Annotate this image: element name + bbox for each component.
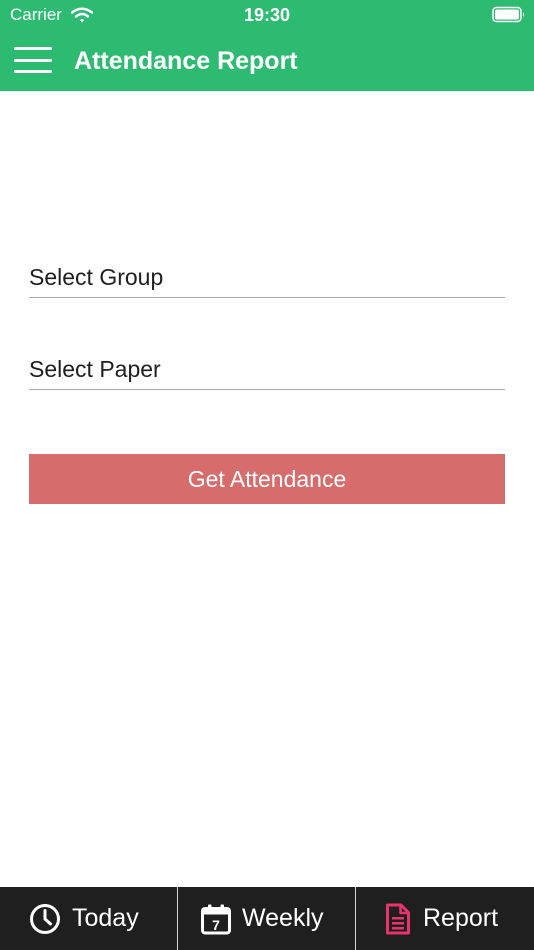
app-header: Carrier 19:30 Attendance Report bbox=[0, 0, 534, 91]
document-icon bbox=[386, 903, 410, 935]
menu-bar-line bbox=[14, 47, 52, 50]
tab-weekly[interactable]: 7 Weekly bbox=[178, 887, 355, 950]
tab-report-label: Report bbox=[423, 904, 499, 932]
select-paper-field[interactable]: Select Paper bbox=[29, 349, 505, 390]
bottom-tab-bar: Today 7 Weekly Report bbox=[0, 887, 534, 950]
menu-button[interactable] bbox=[14, 47, 52, 75]
menu-bar-line bbox=[14, 70, 52, 73]
select-paper-label: Select Paper bbox=[29, 356, 161, 382]
menu-bar-line bbox=[14, 59, 52, 62]
tab-today[interactable]: Today bbox=[0, 887, 177, 950]
page-title: Attendance Report bbox=[74, 47, 298, 75]
select-group-label: Select Group bbox=[29, 264, 164, 290]
tab-weekly-label: Weekly bbox=[242, 904, 324, 932]
status-bar: Carrier 19:30 bbox=[0, 0, 534, 30]
battery-icon bbox=[492, 6, 524, 23]
calendar-day-number: 7 bbox=[212, 917, 220, 933]
clock-icon bbox=[30, 904, 60, 934]
get-attendance-button[interactable]: Get Attendance bbox=[29, 454, 505, 504]
tab-report[interactable]: Report bbox=[356, 887, 534, 950]
calendar-icon: 7 bbox=[201, 904, 231, 935]
status-time: 19:30 bbox=[243, 5, 291, 25]
select-group-field[interactable]: Select Group bbox=[29, 257, 505, 298]
tab-today-label: Today bbox=[72, 904, 139, 932]
